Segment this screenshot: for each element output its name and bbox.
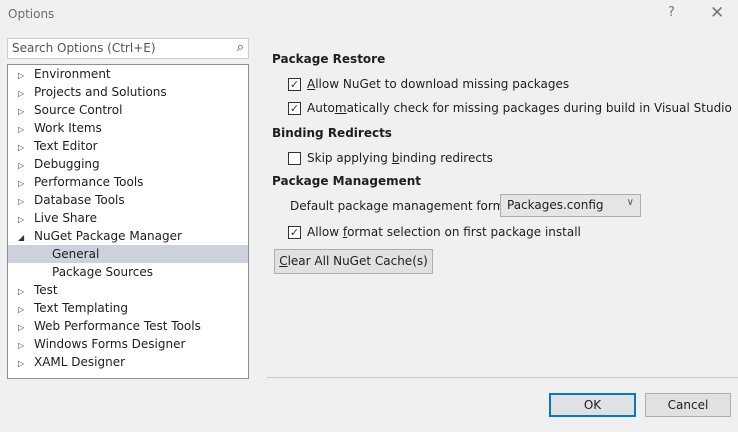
auto-check-checkbox[interactable]: ✓ Automatically check for missing package… xyxy=(288,101,732,115)
ok-button[interactable]: OK xyxy=(549,393,636,417)
search-icon[interactable]: ⌕ xyxy=(237,40,244,55)
checkbox-box[interactable]: ✓ xyxy=(288,77,301,91)
tree-item-label: NuGet Package Manager xyxy=(34,229,182,243)
tree-item-label: XAML Designer xyxy=(34,355,126,369)
search-input[interactable]: Search Options (Ctrl+E) ⌕ xyxy=(7,38,249,59)
allow-format-checkbox[interactable]: ✓ Allow format selection on first package… xyxy=(288,225,581,239)
tree-item[interactable]: ▷ Live Share xyxy=(8,209,248,227)
format-select[interactable]: Packages.config ∨ xyxy=(500,194,641,217)
format-value: Packages.config xyxy=(507,198,604,212)
checkbox-box[interactable] xyxy=(288,151,301,165)
collapsed-arrow-icon[interactable]: ▷ xyxy=(18,355,34,373)
tree-item[interactable]: ▷ Test xyxy=(8,281,248,299)
tree-item-label: Database Tools xyxy=(34,193,125,207)
options-tree: ▷ Environment ▷ Projects and Solutions ▷ Sour… xyxy=(7,64,249,379)
tree-item-label: Work Items xyxy=(34,121,102,135)
expanded-arrow-icon[interactable]: ◢ xyxy=(18,229,34,247)
package-restore-heading: Package Restore xyxy=(272,52,386,66)
tree-item[interactable]: ▷ Projects and Solutions xyxy=(8,83,248,101)
tree-item-label: Source Control xyxy=(34,103,123,117)
tree-item[interactable]: ▷ Source Control xyxy=(8,101,248,119)
divider xyxy=(267,377,738,378)
tree-item-label: General xyxy=(52,247,100,261)
tree-item-label: Web Performance Test Tools xyxy=(34,319,201,333)
allow-download-checkbox[interactable]: ✓ Allow NuGet to download missing package… xyxy=(288,77,569,91)
tree-item[interactable]: ▷ Text Editor xyxy=(8,137,248,155)
tree-item[interactable]: Package Sources xyxy=(8,263,248,281)
tree-item[interactable]: General xyxy=(8,245,248,263)
search-placeholder: Search Options (Ctrl+E) xyxy=(12,41,156,55)
tree-item[interactable]: ▷ Performance Tools xyxy=(8,173,248,191)
tree-item-label: Text Editor xyxy=(34,139,98,153)
checkbox-label: Automatically check for missing packages… xyxy=(307,101,732,115)
format-label: Default package management format: xyxy=(290,199,521,213)
window-title: Options xyxy=(8,7,55,21)
tree-item[interactable]: ◢ NuGet Package Manager xyxy=(8,227,248,245)
tree-item-label: Test xyxy=(34,283,58,297)
clear-cache-button[interactable]: Clear All NuGet Cache(s) xyxy=(274,249,433,274)
tree-item-label: Performance Tools xyxy=(34,175,144,189)
package-management-heading: Package Management xyxy=(272,174,421,188)
tree-item[interactable]: ▷ Windows Forms Designer xyxy=(8,335,248,353)
cancel-button[interactable]: Cancel xyxy=(645,393,731,417)
checkbox-box[interactable]: ✓ xyxy=(288,101,301,115)
checkbox-label: Skip applying binding redirects xyxy=(307,151,493,165)
tree-item[interactable]: ▷ Debugging xyxy=(8,155,248,173)
tree-item[interactable]: ▷ Work Items xyxy=(8,119,248,137)
checkbox-label: Allow NuGet to download missing packages xyxy=(307,77,570,91)
checkbox-label: Allow format selection on first package … xyxy=(307,225,581,239)
tree-item-label: Debugging xyxy=(34,157,100,171)
checkbox-box[interactable]: ✓ xyxy=(288,225,301,239)
tree-item-label: Environment xyxy=(34,67,111,81)
clear-cache-mnemonic: C xyxy=(279,254,288,268)
close-button[interactable]: ✕ xyxy=(710,3,724,23)
clear-cache-label: lear All NuGet Cache(s) xyxy=(287,254,428,268)
chevron-down-icon: ∨ xyxy=(626,197,634,208)
tree-item-label: Live Share xyxy=(34,211,97,225)
tree-item-label: Text Templating xyxy=(34,301,129,315)
skip-binding-checkbox[interactable]: Skip applying binding redirects xyxy=(288,151,493,165)
tree-item[interactable]: ▷ Environment xyxy=(8,65,248,83)
tree-item-label: Package Sources xyxy=(52,265,154,279)
binding-redirects-heading: Binding Redirects xyxy=(272,126,392,140)
help-button[interactable]: ? xyxy=(668,5,675,20)
tree-item-label: Projects and Solutions xyxy=(34,85,167,99)
tree-item[interactable]: ▷ XAML Designer xyxy=(8,353,248,371)
tree-item-label: Windows Forms Designer xyxy=(34,337,186,351)
tree-item[interactable]: ▷ Web Performance Test Tools xyxy=(8,317,248,335)
tree-item[interactable]: ▷ Database Tools xyxy=(8,191,248,209)
tree-item[interactable]: ▷ Text Templating xyxy=(8,299,248,317)
